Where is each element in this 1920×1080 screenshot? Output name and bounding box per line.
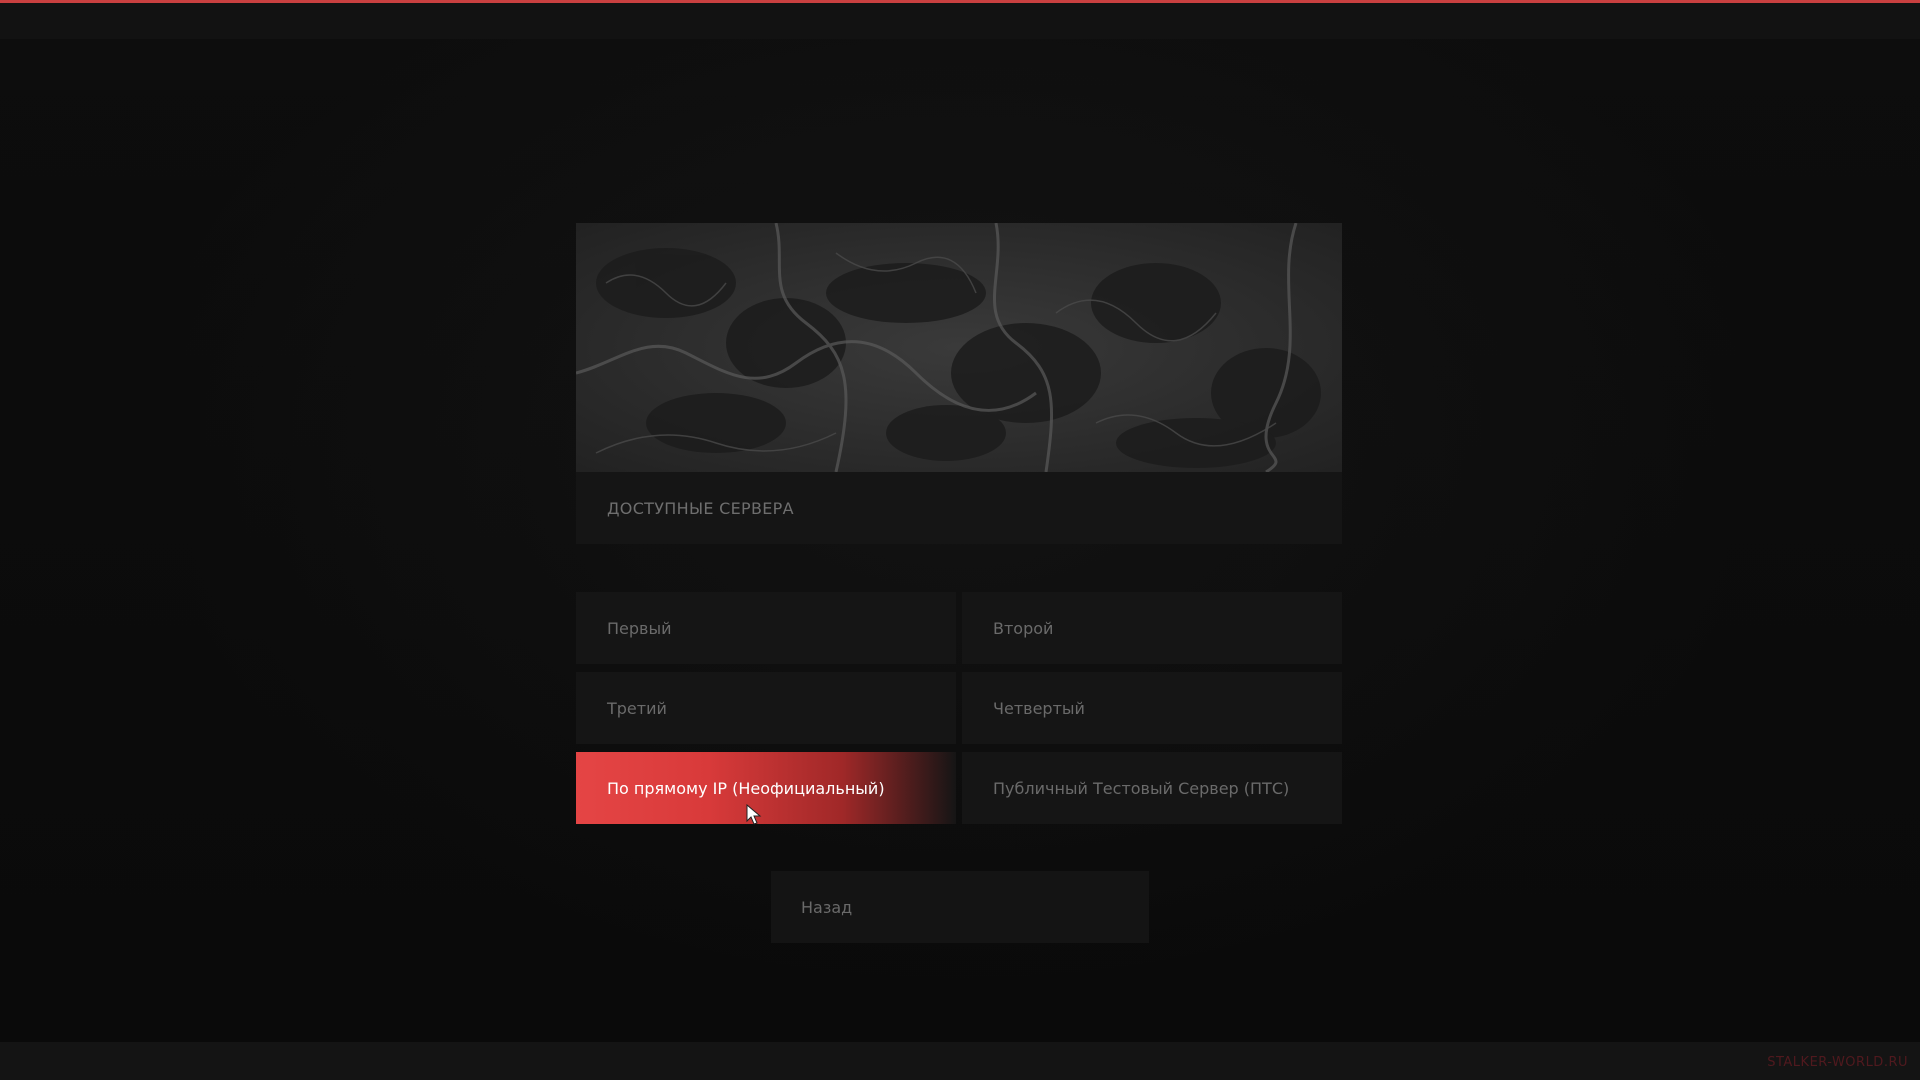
bottom-bar [0,1042,1920,1080]
cursor-arrow-icon [746,804,762,825]
map-preview-image [576,223,1342,472]
server-button-2[interactable]: Второй [962,592,1342,664]
server-button-label: Первый [607,618,672,638]
top-bar [0,3,1920,39]
server-select-screen: ДОСТУПНЫЕ СЕРВЕРА Первый Второй Третий Ч… [0,0,1920,1080]
server-button-label: По прямому IP (Неофициальный) [607,778,885,798]
server-button-label: Публичный Тестовый Сервер (ПТС) [993,778,1290,798]
section-title: ДОСТУПНЫЕ СЕРВЕРА [607,498,794,518]
site-watermark: STALKER-WORLD.RU [1767,1055,1908,1070]
server-button-label: Второй [993,618,1054,638]
server-button-1[interactable]: Первый [576,592,956,664]
back-button-label: Назад [801,897,853,917]
server-button-4[interactable]: Четвертый [962,672,1342,744]
section-header: ДОСТУПНЫЕ СЕРВЕРА [576,472,1342,544]
direct-ip-button[interactable]: По прямому IP (Неофициальный) [576,752,956,824]
server-button-3[interactable]: Третий [576,672,956,744]
back-button[interactable]: Назад [771,871,1149,943]
server-button-label: Четвертый [993,698,1085,718]
public-test-server-button[interactable]: Публичный Тестовый Сервер (ПТС) [962,752,1342,824]
server-button-label: Третий [607,698,667,718]
